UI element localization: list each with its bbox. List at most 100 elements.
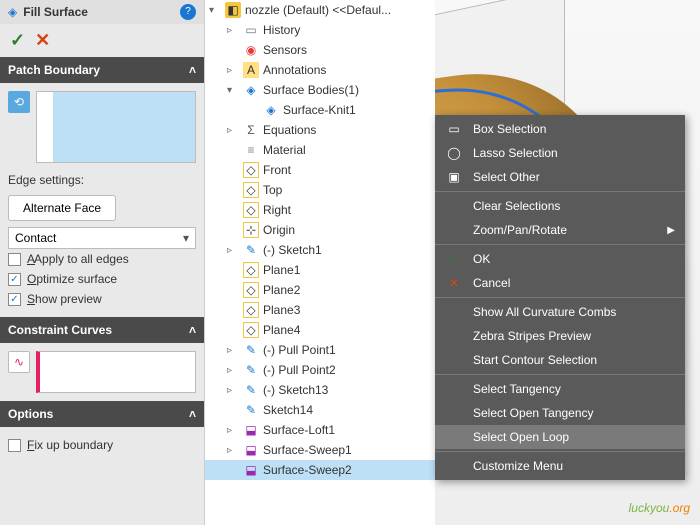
sensor-icon: ◉	[243, 42, 259, 58]
menu-item[interactable]: Select Open Loop	[435, 425, 685, 449]
plane-icon: ◇	[243, 302, 259, 318]
expander-icon[interactable]: ▹	[227, 25, 239, 36]
curvature-combo[interactable]: Contact ▾	[8, 227, 196, 249]
expander-icon[interactable]: ▾	[227, 85, 239, 96]
tree-item[interactable]: ▾◈Surface Bodies(1)	[205, 80, 435, 100]
curve-selection-icon[interactable]: ∿	[8, 351, 30, 373]
expander-icon[interactable]: ▹	[227, 445, 239, 456]
tree-item[interactable]: ▹⬓Surface-Sweep1	[205, 440, 435, 460]
edge-selection-list[interactable]	[36, 91, 196, 163]
separator	[435, 244, 685, 245]
anno-icon: A	[243, 62, 259, 78]
menu-icon: ◯	[445, 146, 463, 160]
plane-icon: ◇	[243, 182, 259, 198]
expander-icon[interactable]: ▹	[227, 385, 239, 396]
tree-item[interactable]: ≡Material	[205, 140, 435, 160]
tree-label: Material	[263, 143, 306, 157]
ok-icon[interactable]: ✓	[10, 30, 25, 51]
menu-label: Zebra Stripes Preview	[473, 329, 591, 343]
tree-item[interactable]: ▹AAnnotations	[205, 60, 435, 80]
optimize-row[interactable]: Optimize surface	[8, 269, 196, 289]
curve-selection-list[interactable]	[36, 351, 196, 393]
menu-item[interactable]: Zoom/Pan/Rotate▶	[435, 218, 685, 242]
tree-item[interactable]: ✎Sketch14	[205, 400, 435, 420]
expander-icon[interactable]: ▹	[227, 125, 239, 136]
tree-label: (-) Sketch13	[263, 383, 328, 397]
tree-item[interactable]: ◇Plane2	[205, 280, 435, 300]
alternate-face-button[interactable]: Alternate Face	[8, 195, 116, 221]
apply-all-row[interactable]: AApply to all edges	[8, 249, 196, 269]
expander-icon[interactable]: ▹	[227, 425, 239, 436]
plane-icon: ◇	[243, 262, 259, 278]
menu-icon: ▭	[445, 122, 463, 136]
edge-settings-label: Edge settings:	[8, 171, 196, 189]
tree-item[interactable]: ▹✎(-) Sketch1	[205, 240, 435, 260]
tree-label: Top	[263, 183, 282, 197]
tree-label: (-) Pull Point2	[263, 363, 336, 377]
expander-icon[interactable]: ▹	[227, 65, 239, 76]
tree-item[interactable]: ◇Front	[205, 160, 435, 180]
tree-item[interactable]: ◈Surface-Knit1	[205, 100, 435, 120]
checkbox-icon[interactable]	[8, 273, 21, 286]
menu-item[interactable]: Start Contour Selection	[435, 348, 685, 372]
tree-root[interactable]: ▾ ◧ nozzle (Default) <<Defaul...	[205, 0, 435, 20]
tree-item[interactable]: ◇Plane1	[205, 260, 435, 280]
tree-label: Sketch14	[263, 403, 313, 417]
tree-item[interactable]: ▹ ✎ (-) Pull Point2	[205, 360, 435, 380]
tree-item[interactable]: ▹⬓Surface-Loft1	[205, 420, 435, 440]
sketch-icon: ✎	[243, 362, 259, 378]
menu-label: Zoom/Pan/Rotate	[473, 223, 567, 237]
menu-item[interactable]: Clear Selections	[435, 194, 685, 218]
tree-item[interactable]: ⊹Origin	[205, 220, 435, 240]
edge-selection-icon[interactable]: ⟲	[8, 91, 30, 113]
expander-icon[interactable]: ▹	[227, 345, 239, 356]
menu-item[interactable]: Customize Menu	[435, 454, 685, 478]
watermark-text1: luckyou	[629, 501, 670, 515]
surf-icon: ◈	[263, 102, 279, 118]
context-menu[interactable]: ▭Box Selection◯Lasso Selection▣Select Ot…	[435, 115, 685, 480]
property-panel: ◈ Fill Surface ? ✓ ✕ Patch Boundary ˄ ⟲ …	[0, 0, 205, 525]
expander-icon[interactable]: ▹	[227, 245, 239, 256]
menu-label: Customize Menu	[473, 459, 563, 473]
show-preview-row[interactable]: Show preview	[8, 289, 196, 309]
checkbox-icon[interactable]	[8, 293, 21, 306]
feature-tree[interactable]: ▾ ◧ nozzle (Default) <<Defaul... ▹▭Histo…	[205, 0, 435, 525]
tree-item[interactable]: ◇ Plane4	[205, 320, 435, 340]
section-constraint-curves[interactable]: Constraint Curves ˄	[0, 317, 204, 343]
menu-item[interactable]: Show All Curvature Combs	[435, 300, 685, 324]
checkbox-icon[interactable]	[8, 253, 21, 266]
menu-item[interactable]: ▭Box Selection	[435, 117, 685, 141]
tree-item[interactable]: ▹✎(-) Pull Point1	[205, 340, 435, 360]
menu-item[interactable]: ✕Cancel	[435, 271, 685, 295]
menu-item[interactable]: Zebra Stripes Preview	[435, 324, 685, 348]
section-patch-boundary[interactable]: Patch Boundary ˄	[0, 57, 204, 83]
tree-item[interactable]: ◇Right	[205, 200, 435, 220]
tree-label: nozzle (Default) <<Defaul...	[245, 3, 391, 17]
tree-item[interactable]: ◇Plane3	[205, 300, 435, 320]
menu-icon: ✕	[445, 276, 463, 290]
optimize-label: Optimize surface	[27, 272, 117, 286]
cancel-icon[interactable]: ✕	[35, 30, 50, 51]
menu-item[interactable]: Select Open Tangency	[435, 401, 685, 425]
menu-item[interactable]: Select Tangency	[435, 377, 685, 401]
menu-item[interactable]: ✓OK	[435, 247, 685, 271]
tree-item[interactable]: ▹✎(-) Sketch13	[205, 380, 435, 400]
tree-item[interactable]: ◇ Top	[205, 180, 435, 200]
sketch-icon: ✎	[243, 342, 259, 358]
expander-icon[interactable]: ▹	[227, 365, 239, 376]
tree-label: History	[263, 23, 300, 37]
tree-item[interactable]: ▹ΣEquations	[205, 120, 435, 140]
separator	[435, 374, 685, 375]
fixup-row[interactable]: Fix up boundary	[8, 435, 196, 455]
expander-icon[interactable]: ▾	[209, 5, 221, 16]
plane-icon: ◇	[243, 322, 259, 338]
checkbox-icon[interactable]	[8, 439, 21, 452]
menu-item[interactable]: ▣Select Other	[435, 165, 685, 189]
section-options[interactable]: Options ˄	[0, 401, 204, 427]
tree-item[interactable]: ◉Sensors	[205, 40, 435, 60]
menu-item[interactable]: ◯Lasso Selection	[435, 141, 685, 165]
tree-item[interactable]: ▹▭History	[205, 20, 435, 40]
help-icon[interactable]: ?	[180, 4, 196, 20]
tree-label: Plane4	[263, 323, 300, 337]
tree-item[interactable]: ⬓Surface-Sweep2	[205, 460, 435, 480]
